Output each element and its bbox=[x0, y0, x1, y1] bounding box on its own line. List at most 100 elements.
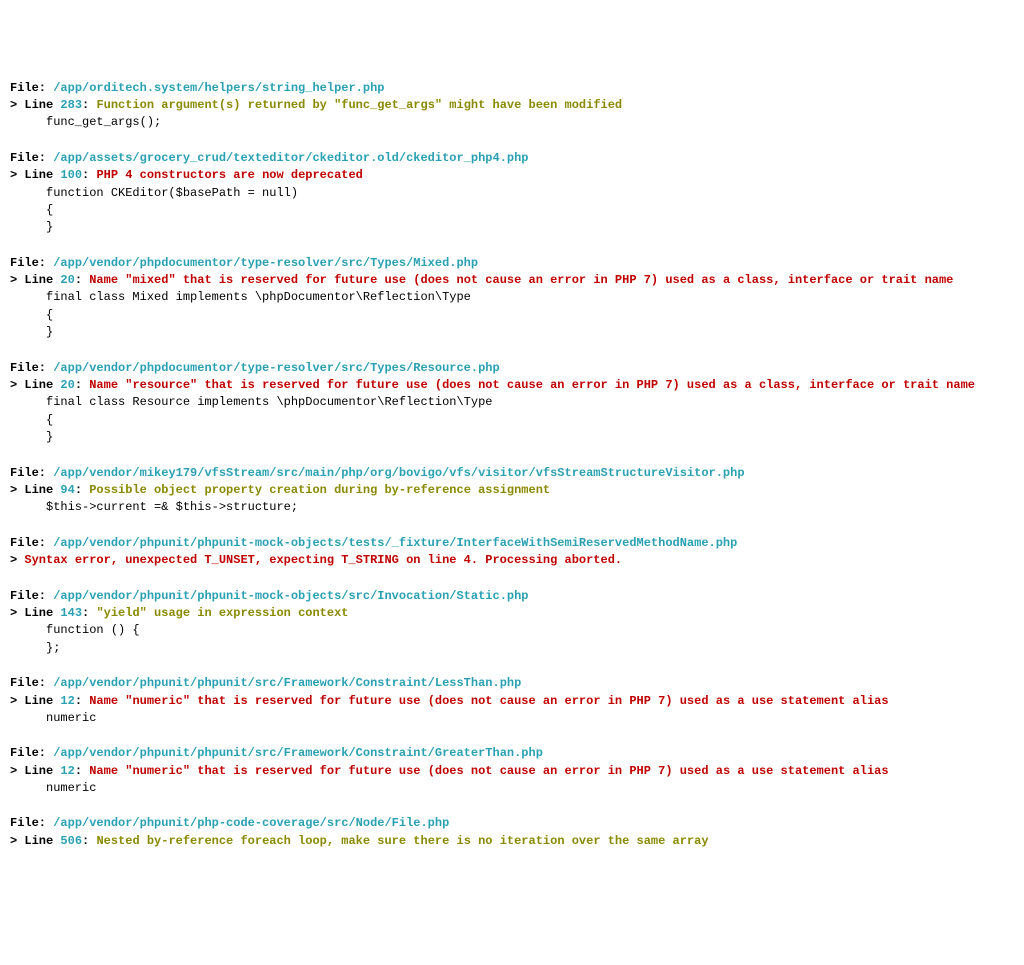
line-number: 12 bbox=[60, 694, 74, 708]
message-line: > Line 143: "yield" usage in expression … bbox=[10, 605, 1014, 622]
lint-message: Function argument(s) returned by "func_g… bbox=[96, 98, 622, 112]
message-line: > Line 283: Function argument(s) returne… bbox=[10, 97, 1014, 114]
file-label: File: bbox=[10, 81, 53, 95]
line-number: 20 bbox=[60, 378, 74, 392]
lint-entry: File: /app/vendor/phpdocumentor/type-res… bbox=[10, 360, 1014, 447]
message-line: > Line 506: Nested by-reference foreach … bbox=[10, 833, 1014, 850]
line-number: 283 bbox=[60, 98, 82, 112]
line-label: Line bbox=[17, 764, 60, 778]
message-line: > Line 100: PHP 4 constructors are now d… bbox=[10, 167, 1014, 184]
file-label: File: bbox=[10, 589, 53, 603]
code-snippet-line: $this->current =& $this->structure; bbox=[10, 499, 1014, 516]
message-line: > Line 20: Name "mixed" that is reserved… bbox=[10, 272, 1014, 289]
file-line: File: /app/orditech.system/helpers/strin… bbox=[10, 80, 1014, 97]
message-line: > Line 12: Name "numeric" that is reserv… bbox=[10, 693, 1014, 710]
lint-message: Name "numeric" that is reserved for futu… bbox=[89, 764, 888, 778]
file-path: /app/assets/grocery_crud/texteditor/cked… bbox=[53, 151, 528, 165]
lint-entry: File: /app/vendor/phpunit/php-code-cover… bbox=[10, 815, 1014, 850]
colon: : bbox=[82, 834, 96, 848]
file-line: File: /app/vendor/mikey179/vfsStream/src… bbox=[10, 465, 1014, 482]
code-snippet-line: { bbox=[10, 412, 1014, 429]
file-path: /app/orditech.system/helpers/string_help… bbox=[53, 81, 384, 95]
file-line: File: /app/assets/grocery_crud/textedito… bbox=[10, 150, 1014, 167]
code-snippet-line: { bbox=[10, 307, 1014, 324]
lint-message: Name "resource" that is reserved for fut… bbox=[89, 378, 975, 392]
message-line: > Syntax error, unexpected T_UNSET, expe… bbox=[10, 552, 1014, 569]
file-path: /app/vendor/mikey179/vfsStream/src/main/… bbox=[53, 466, 744, 480]
lint-message: Syntax error, unexpected T_UNSET, expect… bbox=[24, 553, 622, 567]
lint-entry: File: /app/vendor/phpunit/phpunit/src/Fr… bbox=[10, 745, 1014, 797]
lint-message: Nested by-reference foreach loop, make s… bbox=[96, 834, 708, 848]
file-label: File: bbox=[10, 151, 53, 165]
code-snippet-line: } bbox=[10, 219, 1014, 236]
line-label: Line bbox=[17, 483, 60, 497]
file-label: File: bbox=[10, 256, 53, 270]
angle-marker: > bbox=[10, 834, 17, 848]
line-number: 94 bbox=[60, 483, 74, 497]
file-path: /app/vendor/phpunit/phpunit/src/Framewor… bbox=[53, 676, 521, 690]
code-snippet-line: func_get_args(); bbox=[10, 114, 1014, 131]
file-path: /app/vendor/phpunit/phpunit-mock-objects… bbox=[53, 589, 528, 603]
file-label: File: bbox=[10, 676, 53, 690]
file-label: File: bbox=[10, 361, 53, 375]
lint-report: File: /app/orditech.system/helpers/strin… bbox=[10, 80, 1014, 851]
line-label: Line bbox=[17, 273, 60, 287]
file-label: File: bbox=[10, 746, 53, 760]
code-snippet-line: function CKEditor($basePath = null) bbox=[10, 185, 1014, 202]
message-line: > Line 20: Name "resource" that is reser… bbox=[10, 377, 1014, 394]
colon: : bbox=[82, 168, 96, 182]
file-label: File: bbox=[10, 536, 53, 550]
code-snippet-line: final class Mixed implements \phpDocumen… bbox=[10, 289, 1014, 306]
colon: : bbox=[75, 273, 89, 287]
line-number: 20 bbox=[60, 273, 74, 287]
file-line: File: /app/vendor/phpunit/php-code-cover… bbox=[10, 815, 1014, 832]
colon: : bbox=[75, 483, 89, 497]
file-line: File: /app/vendor/phpunit/phpunit-mock-o… bbox=[10, 535, 1014, 552]
lint-message: Possible object property creation during… bbox=[89, 483, 550, 497]
lint-entry: File: /app/vendor/phpdocumentor/type-res… bbox=[10, 255, 1014, 342]
colon: : bbox=[75, 764, 89, 778]
lint-message: PHP 4 constructors are now deprecated bbox=[96, 168, 362, 182]
lint-entry: File: /app/vendor/phpunit/phpunit/src/Fr… bbox=[10, 675, 1014, 727]
code-snippet-line: }; bbox=[10, 640, 1014, 657]
lint-entry: File: /app/vendor/phpunit/phpunit-mock-o… bbox=[10, 535, 1014, 570]
code-snippet-line: { bbox=[10, 202, 1014, 219]
lint-entry: File: /app/assets/grocery_crud/textedito… bbox=[10, 150, 1014, 237]
file-label: File: bbox=[10, 466, 53, 480]
line-number: 143 bbox=[60, 606, 82, 620]
colon: : bbox=[75, 694, 89, 708]
code-snippet-line: } bbox=[10, 429, 1014, 446]
file-label: File: bbox=[10, 816, 53, 830]
file-line: File: /app/vendor/phpunit/phpunit-mock-o… bbox=[10, 588, 1014, 605]
line-number: 100 bbox=[60, 168, 82, 182]
message-line: > Line 12: Name "numeric" that is reserv… bbox=[10, 763, 1014, 780]
file-line: File: /app/vendor/phpdocumentor/type-res… bbox=[10, 360, 1014, 377]
line-label: Line bbox=[17, 168, 60, 182]
file-line: File: /app/vendor/phpunit/phpunit/src/Fr… bbox=[10, 745, 1014, 762]
lint-entry: File: /app/vendor/mikey179/vfsStream/src… bbox=[10, 465, 1014, 517]
file-path: /app/vendor/phpunit/phpunit-mock-objects… bbox=[53, 536, 737, 550]
file-line: File: /app/vendor/phpunit/phpunit/src/Fr… bbox=[10, 675, 1014, 692]
lint-message: Name "numeric" that is reserved for futu… bbox=[89, 694, 888, 708]
colon: : bbox=[75, 378, 89, 392]
line-label: Line bbox=[17, 834, 60, 848]
line-label: Line bbox=[17, 606, 60, 620]
line-label: Line bbox=[17, 98, 60, 112]
code-snippet-line: } bbox=[10, 324, 1014, 341]
colon: : bbox=[82, 98, 96, 112]
line-label: Line bbox=[17, 378, 60, 392]
code-snippet-line: numeric bbox=[10, 780, 1014, 797]
file-path: /app/vendor/phpunit/phpunit/src/Framewor… bbox=[53, 746, 543, 760]
lint-message: Name "mixed" that is reserved for future… bbox=[89, 273, 953, 287]
code-snippet-line: numeric bbox=[10, 710, 1014, 727]
code-snippet-line: function () { bbox=[10, 622, 1014, 639]
file-path: /app/vendor/phpdocumentor/type-resolver/… bbox=[53, 256, 478, 270]
file-path: /app/vendor/phpunit/php-code-coverage/sr… bbox=[53, 816, 449, 830]
line-number: 506 bbox=[60, 834, 82, 848]
lint-message: "yield" usage in expression context bbox=[96, 606, 348, 620]
lint-entry: File: /app/orditech.system/helpers/strin… bbox=[10, 80, 1014, 132]
colon: : bbox=[82, 606, 96, 620]
line-number: 12 bbox=[60, 764, 74, 778]
lint-entry: File: /app/vendor/phpunit/phpunit-mock-o… bbox=[10, 588, 1014, 658]
message-line: > Line 94: Possible object property crea… bbox=[10, 482, 1014, 499]
